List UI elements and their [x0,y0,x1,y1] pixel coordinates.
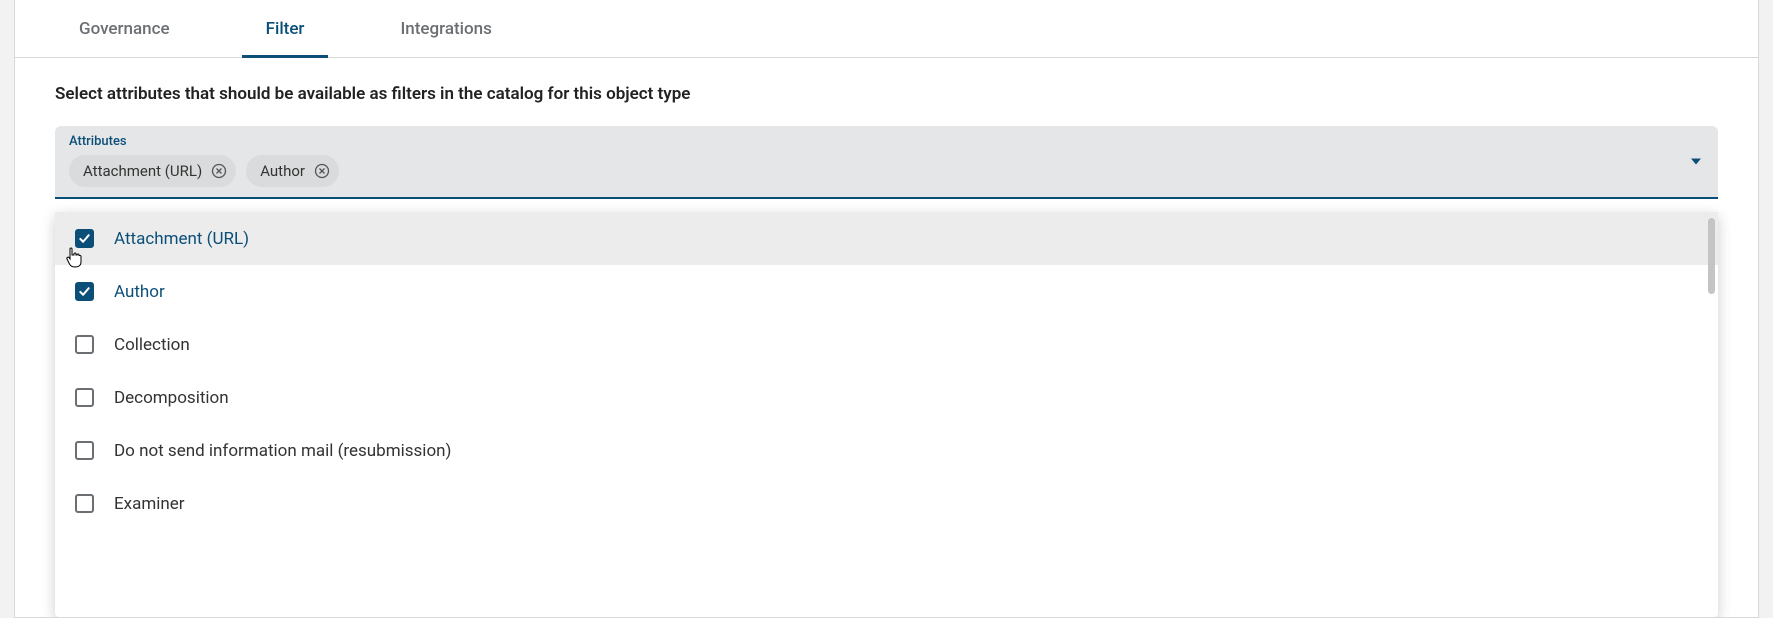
tab-label: Governance [79,19,170,39]
dropdown-caret-icon[interactable] [1690,152,1702,171]
checkbox[interactable] [75,282,94,301]
chips-container: Attachment (URL) Author [69,155,1704,187]
tabs: Governance Filter Integrations [15,0,1758,58]
chip-label: Attachment (URL) [83,162,202,180]
tab-filter[interactable]: Filter [242,0,329,57]
checkbox[interactable] [75,229,94,248]
chip-remove-icon[interactable] [210,162,228,180]
chip: Author [246,155,339,187]
option-item[interactable]: Do not send information mail (resubmissi… [55,424,1718,477]
option-item[interactable]: Examiner [55,477,1718,530]
scrollbar-thumb[interactable] [1708,218,1715,294]
option-item[interactable]: Decomposition [55,371,1718,424]
option-label: Collection [114,335,190,355]
checkbox[interactable] [75,335,94,354]
tab-label: Integrations [400,19,491,39]
tab-governance[interactable]: Governance [55,0,194,57]
option-label: Examiner [114,494,185,514]
option-item[interactable]: Collection [55,318,1718,371]
attributes-label: Attributes [69,134,1704,149]
option-item[interactable]: Author [55,265,1718,318]
chip-label: Author [260,162,305,180]
options-list: Attachment (URL) Author Collection Decompos… [55,212,1718,617]
option-label: Attachment (URL) [114,229,249,249]
checkbox[interactable] [75,494,94,513]
attributes-dropdown: Attachment (URL) Author Collection Decompos… [55,212,1718,617]
page-description: Select attributes that should be availab… [15,58,1758,126]
checkbox[interactable] [75,441,94,460]
option-label: Decomposition [114,388,229,408]
chip: Attachment (URL) [69,155,236,187]
option-label: Author [114,282,165,302]
attributes-field[interactable]: Attributes Attachment (URL) Author [55,126,1718,199]
settings-card: Governance Filter Integrations Select at… [14,0,1759,618]
chip-remove-icon[interactable] [313,162,331,180]
checkbox[interactable] [75,388,94,407]
tab-integrations[interactable]: Integrations [376,0,515,57]
option-label: Do not send information mail (resubmissi… [114,441,451,461]
option-item[interactable]: Attachment (URL) [55,212,1718,265]
tab-label: Filter [266,19,305,39]
